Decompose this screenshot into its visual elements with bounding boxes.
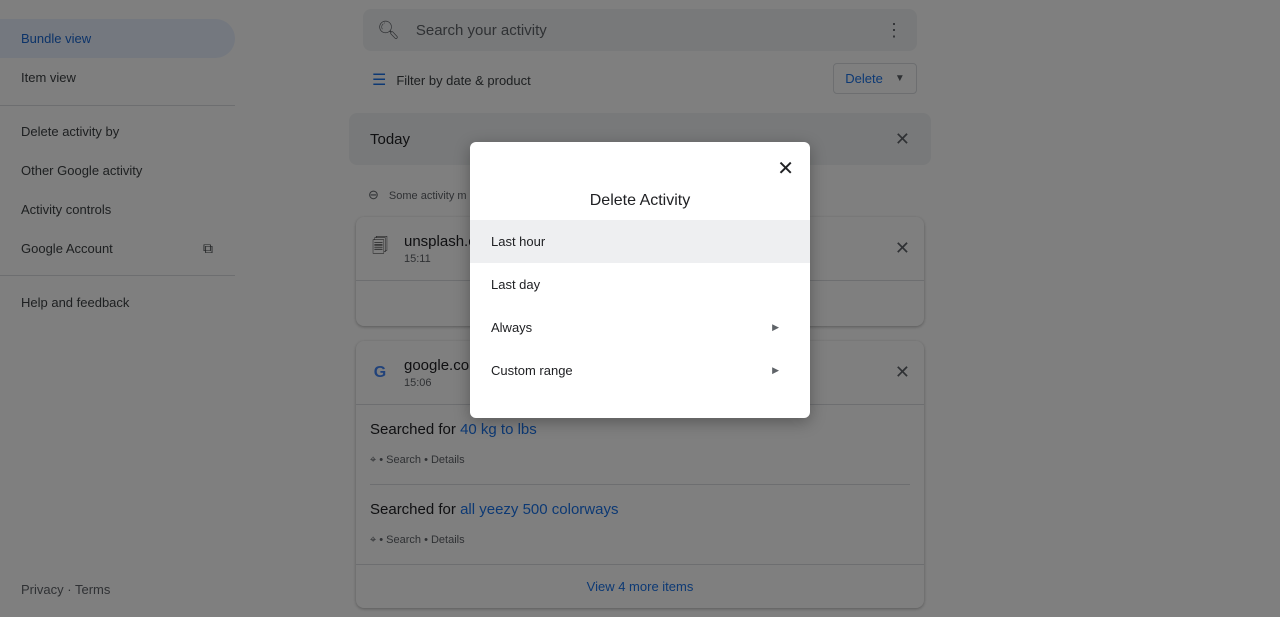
option-always[interactable]: Always ▶ [470,306,810,349]
chevron-right-icon: ▶ [772,365,779,375]
close-icon[interactable]: ✕ [777,156,794,181]
delete-activity-dialog: ✕ Delete Activity Last hour Last day Alw… [470,142,810,418]
dialog-title: Delete Activity [589,192,691,209]
option-last-hour[interactable]: Last hour [470,220,810,263]
option-custom-range[interactable]: Custom range ▶ [470,349,810,392]
option-label: Last day [491,277,541,292]
chevron-right-icon: ▶ [772,322,779,332]
option-label: Always [491,320,533,335]
option-label: Last hour [491,234,546,249]
option-label: Custom range [491,363,573,378]
option-last-day[interactable]: Last day [470,263,810,306]
